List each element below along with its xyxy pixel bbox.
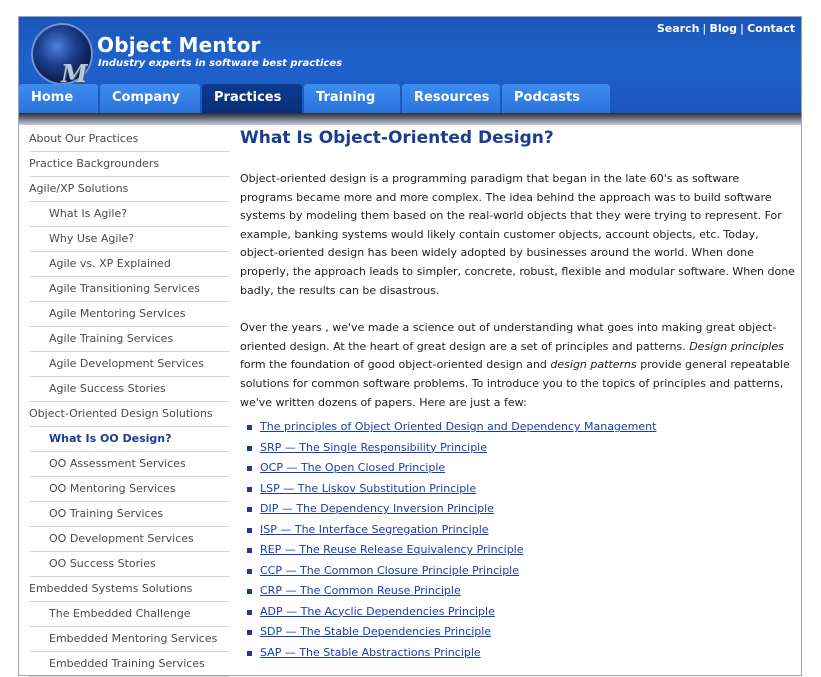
page-frame: M Object Mentor Industry experts in soft… (18, 16, 802, 677)
sidebar-item-embedded-solutions[interactable]: Embedded Systems Solutions (29, 577, 229, 602)
list-item: SRP — The Single Responsibility Principl… (240, 438, 795, 459)
paper-link-rep[interactable]: REP — The Reuse Release Equivalency Prin… (260, 543, 524, 556)
paper-link-sap[interactable]: SAP — The Stable Abstractions Principle (260, 646, 481, 659)
paper-link-adp[interactable]: ADP — The Acyclic Dependencies Principle (260, 605, 495, 618)
paper-link-isp[interactable]: ISP — The Interface Segregation Principl… (260, 523, 489, 536)
main-content: What Is Object-Oriented Design? Object-o… (240, 127, 795, 663)
sidebar-item-oo-design-solutions[interactable]: Object-Oriented Design Solutions (29, 402, 229, 427)
paper-link-crp[interactable]: CRP — The Common Reuse Principle (260, 584, 461, 597)
paper-link-dip[interactable]: DIP — The Dependency Inversion Principle (260, 502, 494, 515)
sidebar-item-why-use-agile[interactable]: Why Use Agile? (29, 227, 229, 252)
bullet-icon (247, 589, 252, 595)
sidebar-item-oo-success-stories[interactable]: OO Success Stories (29, 552, 229, 577)
list-item: SAP — The Stable Abstractions Principle (240, 643, 795, 664)
tab-home[interactable]: Home (19, 84, 98, 113)
sidebar-item-practice-backgrounders[interactable]: Practice Backgrounders (29, 152, 229, 177)
sidebar-item-what-is-oo-design[interactable]: What Is OO Design? (29, 427, 229, 452)
utility-links: Search | Blog | Contact (657, 22, 795, 35)
tab-resources[interactable]: Resources (402, 84, 500, 113)
bullet-icon (247, 568, 252, 574)
paper-link-principles-ood[interactable]: The principles of Object Oriented Design… (260, 420, 656, 433)
sidebar-item-agile-transitioning[interactable]: Agile Transitioning Services (29, 277, 229, 302)
tab-practices[interactable]: Practices (202, 84, 302, 113)
bullet-icon (247, 507, 252, 513)
page-title: What Is Object-Oriented Design? (240, 128, 554, 148)
sidebar-item-oo-assessment[interactable]: OO Assessment Services (29, 452, 229, 477)
principles-paragraph: Over the years , we've made a science ou… (240, 319, 795, 412)
design-patterns-emphasis: design patterns (550, 358, 637, 372)
blog-link[interactable]: Blog (709, 22, 737, 35)
main-nav: Home Company Practices Training Resource… (19, 84, 801, 113)
bullet-icon (247, 486, 252, 492)
separator: | (740, 22, 745, 35)
paper-link-ccp[interactable]: CCP — The Common Closure Principle Princ… (260, 564, 519, 577)
design-principles-emphasis: Design principles (689, 339, 784, 353)
paper-link-sdp[interactable]: SDP — The Stable Dependencies Principle (260, 625, 491, 638)
bullet-icon (247, 527, 252, 533)
sidebar-item-oo-training[interactable]: OO Training Services (29, 502, 229, 527)
bullet-icon (247, 630, 252, 636)
bullet-icon (247, 466, 252, 472)
list-item: ISP — The Interface Segregation Principl… (240, 520, 795, 541)
sidebar-nav: About Our Practices Practice Backgrounde… (29, 127, 229, 677)
sidebar-item-agile-xp-solutions[interactable]: Agile/XP Solutions (29, 177, 229, 202)
sidebar-item-agile-vs-xp[interactable]: Agile vs. XP Explained (29, 252, 229, 277)
list-item: LSP — The Liskov Substitution Principle (240, 479, 795, 500)
bullet-icon (247, 425, 252, 431)
tab-podcasts[interactable]: Podcasts (502, 84, 610, 113)
separator: | (702, 22, 707, 35)
list-item: OCP — The Open Closed Principle (240, 458, 795, 479)
bullet-icon (247, 445, 252, 451)
site-title[interactable]: Object Mentor (97, 33, 261, 57)
list-item: DIP — The Dependency Inversion Principle (240, 499, 795, 520)
list-item: The principles of Object Oriented Design… (240, 417, 795, 438)
header-shadow-bar (19, 113, 801, 125)
sidebar-item-agile-development[interactable]: Agile Development Services (29, 352, 229, 377)
list-item: CRP — The Common Reuse Principle (240, 581, 795, 602)
bullet-icon (247, 609, 252, 615)
tab-training[interactable]: Training (304, 84, 400, 113)
sidebar-item-embedded-training[interactable]: Embedded Training Services (29, 652, 229, 677)
bullet-icon (247, 650, 252, 656)
paper-link-srp[interactable]: SRP — The Single Responsibility Principl… (260, 441, 487, 454)
paragraph-text: form the foundation of good object-orien… (240, 358, 551, 372)
search-link[interactable]: Search (657, 22, 700, 35)
sidebar-item-oo-development[interactable]: OO Development Services (29, 527, 229, 552)
sidebar-item-about-our-practices[interactable]: About Our Practices (29, 127, 229, 152)
sidebar-item-agile-success-stories[interactable]: Agile Success Stories (29, 377, 229, 402)
list-item: SDP — The Stable Dependencies Principle (240, 622, 795, 643)
bullet-icon (247, 548, 252, 554)
list-item: REP — The Reuse Release Equivalency Prin… (240, 540, 795, 561)
sidebar-item-what-is-agile[interactable]: What Is Agile? (29, 202, 229, 227)
sidebar-item-agile-training[interactable]: Agile Training Services (29, 327, 229, 352)
sidebar-item-embedded-mentoring[interactable]: Embedded Mentoring Services (29, 627, 229, 652)
sidebar-item-oo-mentoring[interactable]: OO Mentoring Services (29, 477, 229, 502)
contact-link[interactable]: Contact (747, 22, 795, 35)
sidebar-item-agile-mentoring[interactable]: Agile Mentoring Services (29, 302, 229, 327)
intro-paragraph: Object-oriented design is a programming … (240, 172, 795, 297)
list-item: ADP — The Acyclic Dependencies Principle (240, 602, 795, 623)
sidebar-item-embedded-challenge[interactable]: The Embedded Challenge (29, 602, 229, 627)
papers-list: The principles of Object Oriented Design… (240, 417, 795, 663)
site-tagline: Industry experts in software best practi… (98, 58, 343, 69)
paper-link-ocp[interactable]: OCP — The Open Closed Principle (260, 461, 445, 474)
list-item: CCP — The Common Closure Principle Princ… (240, 561, 795, 582)
site-header: M Object Mentor Industry experts in soft… (19, 17, 801, 113)
tab-company[interactable]: Company (100, 84, 200, 113)
paper-link-lsp[interactable]: LSP — The Liskov Substitution Principle (260, 482, 476, 495)
